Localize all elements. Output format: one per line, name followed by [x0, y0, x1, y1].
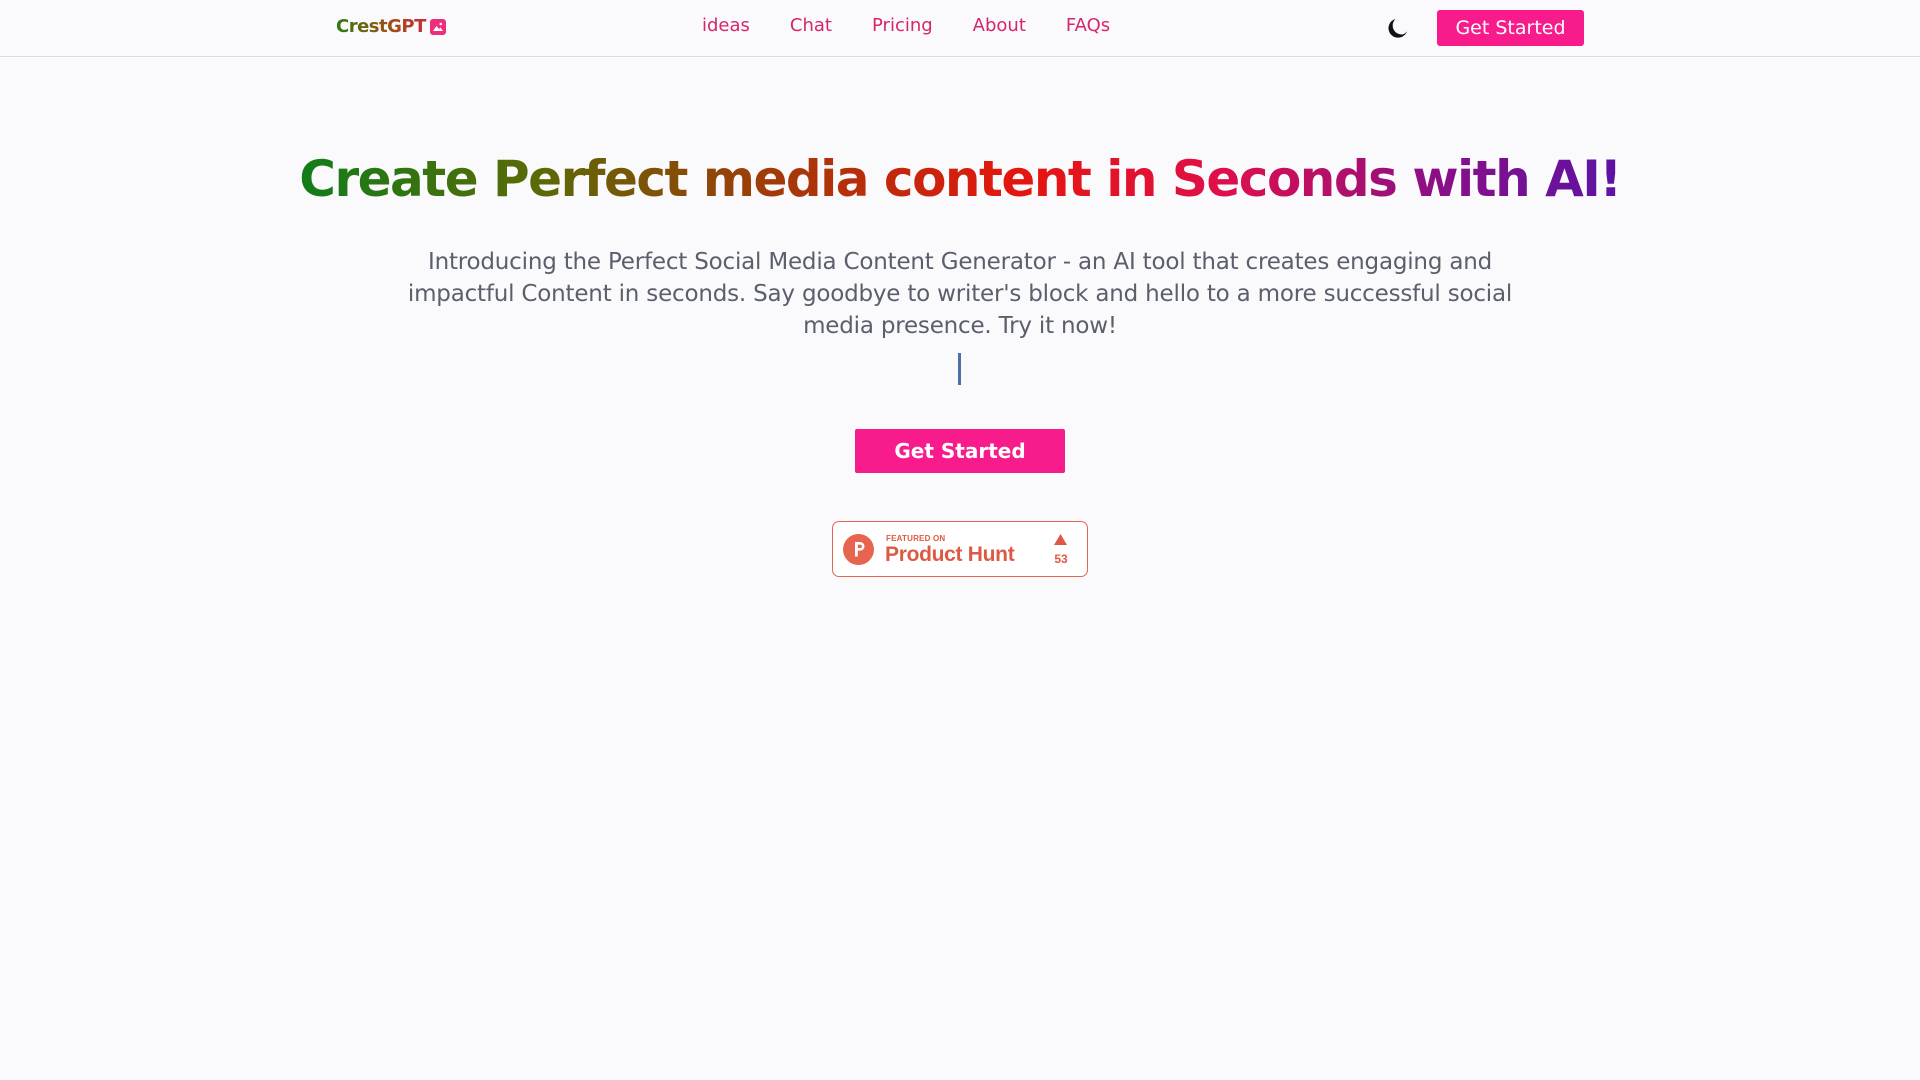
nav-link-about[interactable]: About — [973, 15, 1026, 36]
brand-logo-text[interactable]: CrestGPT — [336, 16, 426, 37]
product-hunt-upvote-count: 53 — [1054, 552, 1068, 566]
nav-link-faqs[interactable]: FAQs — [1066, 15, 1110, 36]
image-icon — [429, 18, 446, 35]
product-hunt-icon — [843, 534, 874, 565]
nav-link-pricing[interactable]: Pricing — [872, 15, 933, 36]
nav-link-ideas[interactable]: ideas — [702, 15, 750, 36]
product-hunt-featured-label: FEATURED ON — [886, 534, 946, 543]
brand-logo[interactable]: CrestGPT — [336, 16, 446, 37]
main-nav: ideas Chat Pricing About FAQs — [702, 15, 1110, 36]
nav-link-chat[interactable]: Chat — [790, 15, 832, 36]
product-hunt-badge[interactable]: FEATURED ON Product Hunt 53 — [832, 521, 1088, 577]
hero-title: Create Perfect media content in Seconds … — [0, 150, 1920, 208]
top-navbar: CrestGPT ideas Chat Pricing About FAQs G… — [0, 0, 1920, 57]
dark-mode-toggle[interactable] — [1385, 15, 1411, 41]
hero-title-text: Create Perfect media content in Seconds … — [295, 150, 1624, 208]
hero-get-started-button[interactable]: Get Started — [855, 429, 1065, 473]
header-get-started-button[interactable]: Get Started — [1437, 10, 1584, 46]
typing-cursor — [958, 353, 961, 385]
upvote-triangle-icon — [1054, 534, 1067, 545]
hero-description: Introducing the Perfect Social Media Con… — [407, 249, 1513, 339]
moon-icon — [1388, 19, 1407, 38]
product-hunt-name: Product Hunt — [885, 543, 1015, 566]
